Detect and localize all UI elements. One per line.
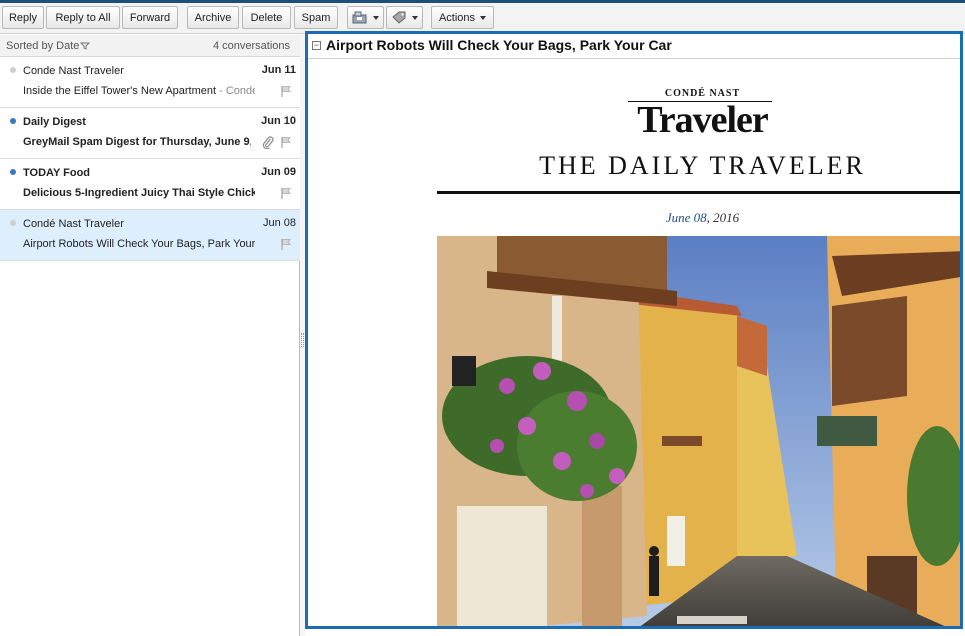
flag-icon[interactable] <box>280 136 292 149</box>
conversation-row[interactable]: TODAY Food Jun 09 Delicious 5-Ingredient… <box>0 159 300 210</box>
tag-button[interactable] <box>386 6 423 29</box>
tag-icon <box>392 11 406 24</box>
row-sender: TODAY Food <box>23 167 91 179</box>
row-sender: Conde Nast Traveler <box>23 65 124 77</box>
row-subject: Airport Robots Will Check Your Bags, Par… <box>23 238 255 250</box>
row-subject-line: GreyMail Spam Digest for Thursday, June … <box>23 136 251 148</box>
row-subject-line: Airport Robots Will Check Your Bags, Par… <box>23 238 255 250</box>
chevron-down-icon <box>373 15 379 20</box>
newsletter-title: THE DAILY TRAVELER <box>539 151 866 180</box>
row-subject-line: Inside the Eiffel Tower's New Apartment … <box>23 85 255 97</box>
toolbar: Reply Reply to All Forward Archive Delet… <box>0 3 965 34</box>
actions-menu-button[interactable]: Actions <box>431 6 494 29</box>
row-date: Jun 09 <box>261 166 296 178</box>
issue-date-year: , 2016 <box>706 210 740 225</box>
row-sender: Condé Nast Traveler <box>23 218 124 230</box>
hero-photo-colonial-street <box>437 236 960 626</box>
chevron-down-icon <box>480 15 487 20</box>
row-date: Jun 10 <box>261 115 296 127</box>
title-divider <box>437 191 960 194</box>
spam-button[interactable]: Spam <box>294 6 338 29</box>
conversation-row[interactable]: Daily Digest Jun 10 GreyMail Spam Digest… <box>0 108 300 159</box>
unread-status-dot <box>10 118 16 124</box>
delete-button[interactable]: Delete <box>242 6 291 29</box>
paperclip-icon <box>262 136 274 149</box>
read-status-dot <box>10 67 16 73</box>
row-date: Jun 08 <box>262 217 296 229</box>
folder-move-icon <box>352 11 367 24</box>
row-preview: - Condé Nast <box>219 85 255 97</box>
forward-button[interactable]: Forward <box>122 6 178 29</box>
conversation-row-selected[interactable]: Condé Nast Traveler Jun 08 Airport Robot… <box>0 210 300 261</box>
flag-icon[interactable] <box>280 238 292 251</box>
row-sender: Daily Digest <box>23 116 86 128</box>
row-subject: Inside the Eiffel Tower's New Apartment <box>23 85 217 97</box>
chevron-down-icon <box>412 15 418 20</box>
reading-pane: − Airport Robots Will Check Your Bags, P… <box>305 31 963 629</box>
issue-date-link[interactable]: June 08 <box>666 210 707 225</box>
message-subject: Airport Robots Will Check Your Bags, Par… <box>326 37 672 53</box>
row-date: Jun 11 <box>261 64 296 76</box>
sort-filter-icon[interactable] <box>80 41 90 51</box>
unread-status-dot <box>10 169 16 175</box>
sort-selector[interactable]: Sorted by Date <box>6 40 79 52</box>
row-subject: GreyMail Spam Digest for Thursday, June … <box>23 136 251 148</box>
row-subject: Delicious 5-Ingredient Juicy Thai Style … <box>23 187 255 199</box>
conversation-count: 4 conversations <box>212 40 290 52</box>
issue-date: June 08, 2016 <box>308 210 960 226</box>
read-status-dot <box>10 220 16 226</box>
flag-icon[interactable] <box>280 85 292 98</box>
move-to-folder-button[interactable] <box>347 6 384 29</box>
reply-button[interactable]: Reply <box>2 6 44 29</box>
list-header: Sorted by Date 4 conversations <box>0 35 300 57</box>
actions-label: Actions <box>438 11 476 24</box>
row-subject-line: Delicious 5-Ingredient Juicy Thai Style … <box>23 187 255 199</box>
conversation-row[interactable]: Conde Nast Traveler Jun 11 Inside the Ei… <box>0 57 300 108</box>
brand-logo: Traveler <box>637 99 769 141</box>
archive-button[interactable]: Archive <box>187 6 239 29</box>
collapse-icon[interactable]: − <box>312 41 321 50</box>
conversation-list-pane: Sorted by Date 4 conversations Conde Nas… <box>0 35 300 636</box>
flag-icon[interactable] <box>280 187 292 200</box>
message-header: − Airport Robots Will Check Your Bags, P… <box>308 34 960 59</box>
reply-all-button[interactable]: Reply to All <box>46 6 120 29</box>
mail-app: Reply Reply to All Forward Archive Delet… <box>0 0 965 636</box>
splitter-grip[interactable] <box>301 333 304 347</box>
